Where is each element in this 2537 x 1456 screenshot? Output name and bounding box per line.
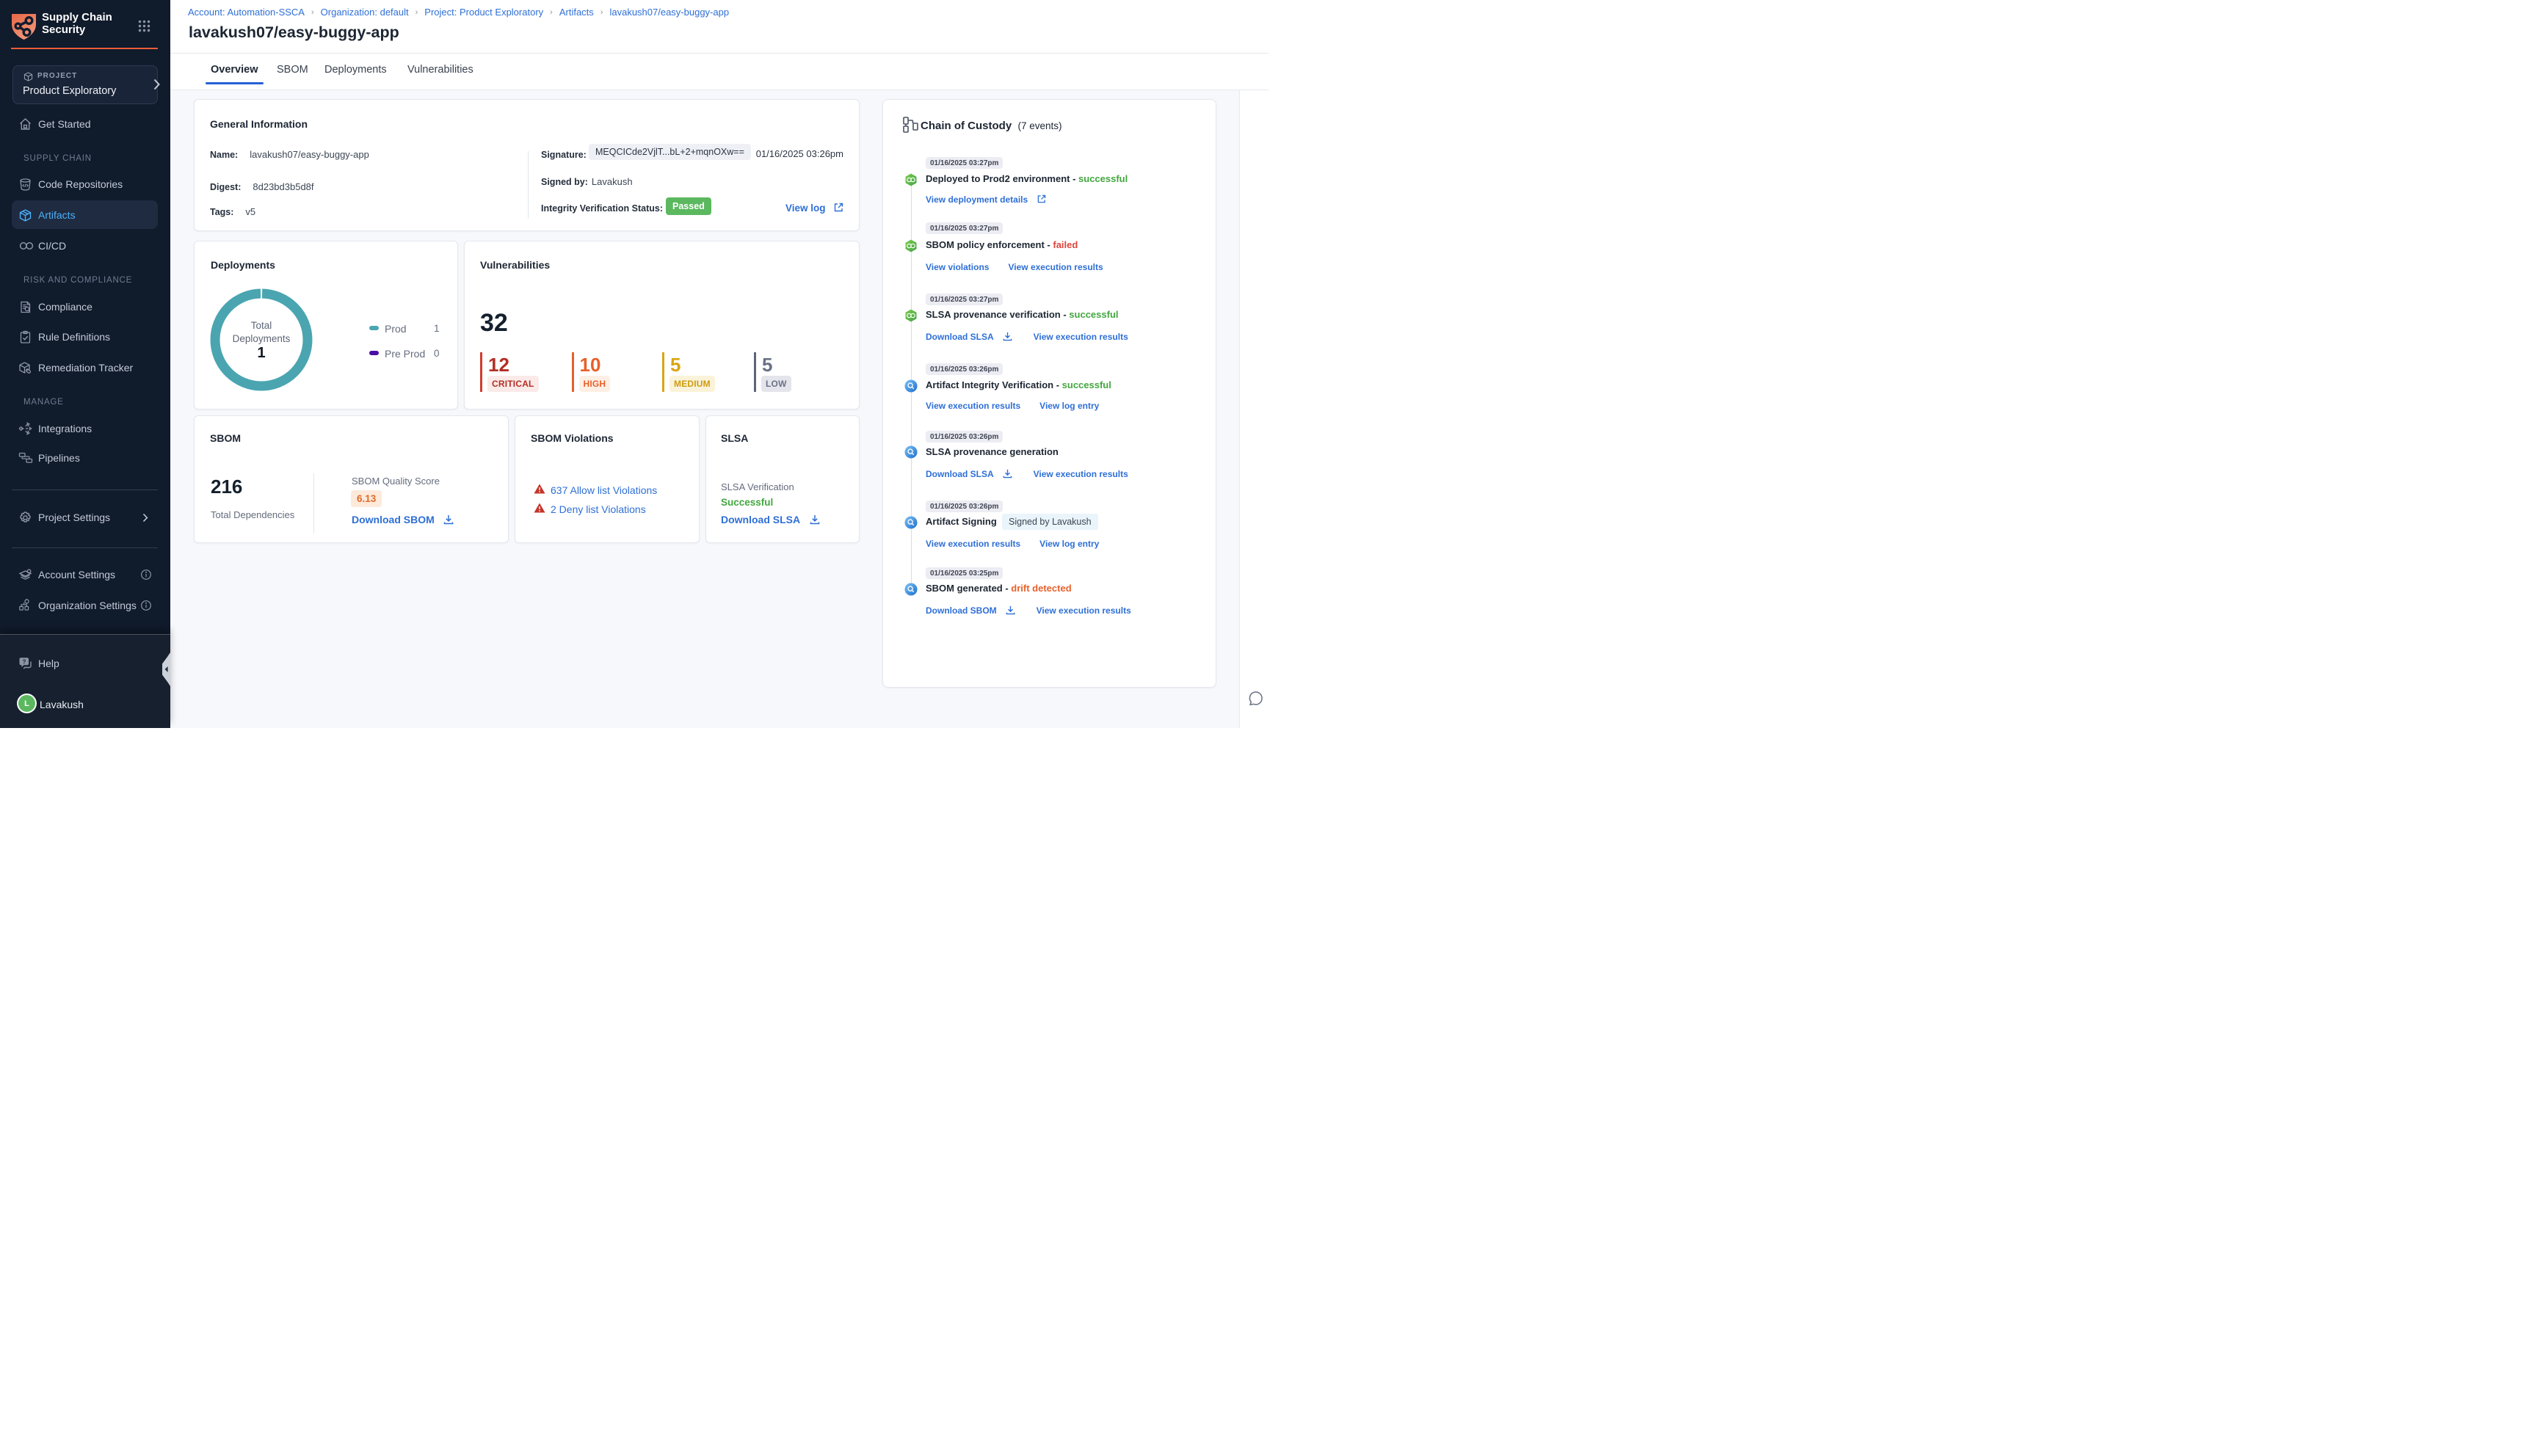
svg-text:?: ?	[22, 658, 26, 665]
